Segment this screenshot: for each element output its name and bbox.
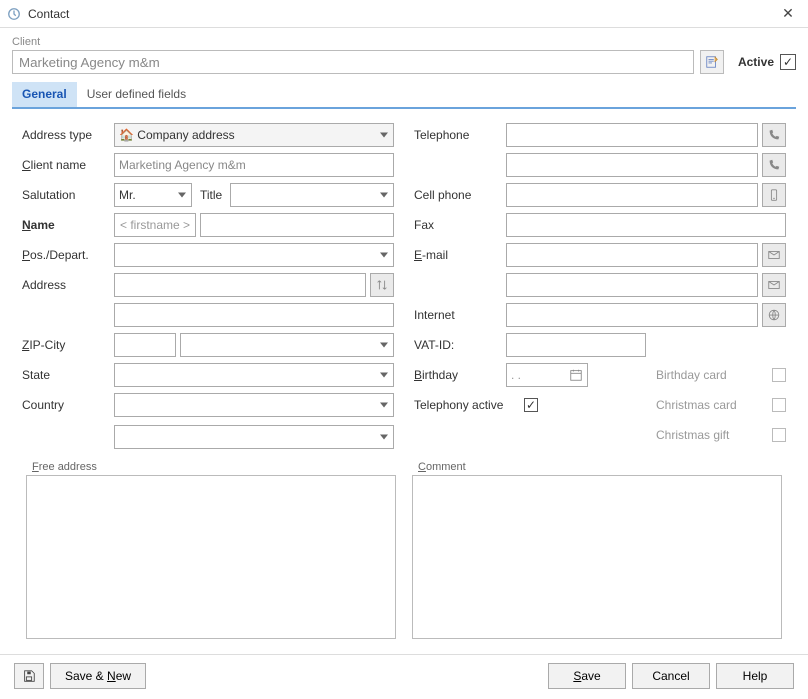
- state-label: State: [22, 368, 114, 382]
- state-select[interactable]: [114, 363, 394, 387]
- dial-cell-button[interactable]: [762, 183, 786, 207]
- free-address-label: Free address: [26, 461, 396, 473]
- notepad-icon: [705, 55, 719, 69]
- name-label: Name: [22, 218, 114, 232]
- address-label: Address: [22, 278, 114, 292]
- free-address-textarea[interactable]: [26, 475, 396, 639]
- client-name-label: Client name: [22, 158, 114, 172]
- birthday-input[interactable]: . .: [506, 363, 588, 387]
- mail-icon: [767, 278, 781, 292]
- email1-input[interactable]: [506, 243, 758, 267]
- dial-phone1-button[interactable]: [762, 123, 786, 147]
- send-email1-button[interactable]: [762, 243, 786, 267]
- christmas-card-label: Christmas card: [656, 398, 764, 412]
- close-icon[interactable]: ✕: [774, 5, 802, 22]
- birthday-label: Birthday: [414, 368, 506, 382]
- zip-input[interactable]: [114, 333, 176, 357]
- vat-id-label: VAT-ID:: [414, 338, 506, 352]
- salutation-label: Salutation: [22, 188, 114, 202]
- save-button[interactable]: Save: [548, 663, 626, 689]
- client-name-input[interactable]: [114, 153, 394, 177]
- active-checkbox[interactable]: [780, 54, 796, 70]
- client-label: Client: [12, 36, 796, 48]
- bottom-bar: Save & New Save Cancel Help: [0, 654, 808, 699]
- comment-label: Comment: [412, 461, 782, 473]
- telephony-checkbox[interactable]: [524, 398, 538, 412]
- birthday-card-checkbox[interactable]: [772, 368, 786, 382]
- cellphone-input[interactable]: [506, 183, 758, 207]
- lastname-input[interactable]: [200, 213, 394, 237]
- address-line1-input[interactable]: [114, 273, 366, 297]
- edit-client-button[interactable]: [700, 50, 724, 74]
- mail-icon: [767, 248, 781, 262]
- salutation-select[interactable]: Mr.: [114, 183, 192, 207]
- cancel-button[interactable]: Cancel: [632, 663, 710, 689]
- form-area: Address type 🏠 Company address Client na…: [12, 109, 796, 461]
- address-type-label: Address type: [22, 128, 114, 142]
- cellphone-label: Cell phone: [414, 188, 506, 202]
- calendar-icon: [569, 368, 583, 382]
- title-bar: Contact ✕: [0, 0, 808, 28]
- save-disk-button[interactable]: [14, 663, 44, 689]
- save-and-new-button[interactable]: Save & New: [50, 663, 146, 689]
- internet-input[interactable]: [506, 303, 758, 327]
- comment-textarea[interactable]: [412, 475, 782, 639]
- address-swap-button[interactable]: [370, 273, 394, 297]
- phone-icon: [767, 158, 781, 172]
- birthday-card-label: Birthday card: [656, 368, 764, 382]
- help-button[interactable]: Help: [716, 663, 794, 689]
- pos-depart-select[interactable]: [114, 243, 394, 267]
- city-select[interactable]: [180, 333, 394, 357]
- tab-general[interactable]: General: [12, 82, 77, 107]
- address-type-select[interactable]: 🏠 Company address: [114, 123, 394, 147]
- christmas-card-checkbox[interactable]: [772, 398, 786, 412]
- swap-icon: [375, 278, 389, 292]
- christmas-card-row: Christmas card: [656, 395, 786, 415]
- vat-id-input[interactable]: [506, 333, 646, 357]
- title-label: Title: [200, 188, 222, 202]
- title-select[interactable]: [230, 183, 394, 207]
- christmas-gift-row: Christmas gift: [656, 425, 786, 445]
- send-email2-button[interactable]: [762, 273, 786, 297]
- open-url-button[interactable]: [762, 303, 786, 327]
- right-column: Telephone Cell phone: [414, 123, 786, 455]
- country-select[interactable]: [114, 393, 394, 417]
- country-label: Country: [22, 398, 114, 412]
- telephone2-input[interactable]: [506, 153, 758, 177]
- extra-select[interactable]: [114, 425, 394, 449]
- textarea-row: Free address Comment: [12, 461, 796, 650]
- active-label: Active: [738, 55, 774, 69]
- window-title: Contact: [28, 7, 774, 21]
- app-icon: [6, 6, 22, 22]
- client-row: Active: [12, 50, 796, 74]
- address-line2-input[interactable]: [114, 303, 394, 327]
- phone-icon: [767, 128, 781, 142]
- tab-user-defined[interactable]: User defined fields: [77, 82, 196, 107]
- tab-strip: General User defined fields: [12, 82, 796, 109]
- client-input[interactable]: [12, 50, 694, 74]
- email2-input[interactable]: [506, 273, 758, 297]
- firstname-input[interactable]: [114, 213, 196, 237]
- birthday-card-row: Birthday card: [656, 365, 786, 385]
- fax-input[interactable]: [506, 213, 786, 237]
- save-icon: [22, 669, 36, 683]
- telephone-label: Telephone: [414, 128, 506, 142]
- christmas-gift-label: Christmas gift: [656, 428, 764, 442]
- email-label: E-mail: [414, 248, 506, 262]
- dial-phone2-button[interactable]: [762, 153, 786, 177]
- fax-label: Fax: [414, 218, 506, 232]
- left-column: Address type 🏠 Company address Client na…: [22, 123, 394, 455]
- globe-icon: [767, 308, 781, 322]
- telephony-label: Telephony active: [414, 398, 524, 412]
- internet-label: Internet: [414, 308, 506, 322]
- zip-city-label: ZIP-City: [22, 338, 114, 352]
- telephone1-input[interactable]: [506, 123, 758, 147]
- mobile-icon: [767, 188, 781, 202]
- pos-depart-label: Pos./Depart.: [22, 248, 114, 262]
- christmas-gift-checkbox[interactable]: [772, 428, 786, 442]
